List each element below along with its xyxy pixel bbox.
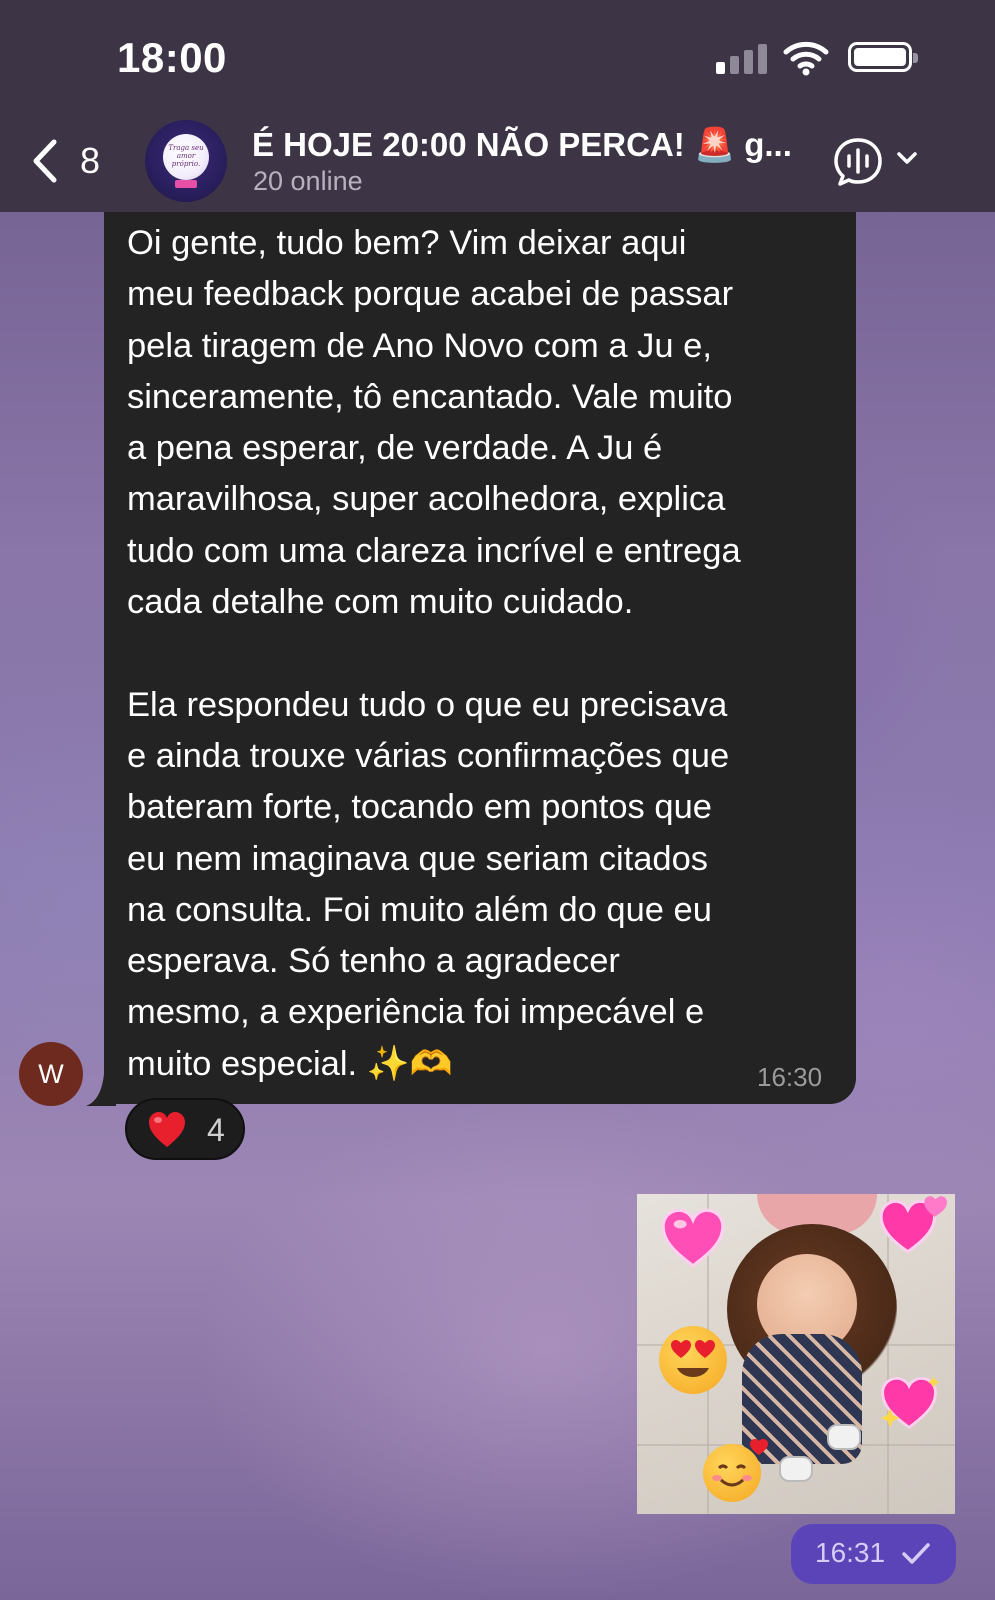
unread-count: 8 bbox=[80, 140, 101, 181]
small-heart-sticker bbox=[750, 1439, 768, 1455]
online-status: 20 online bbox=[253, 166, 363, 196]
sender-avatar[interactable]: W bbox=[19, 1042, 83, 1106]
group-avatar[interactable]: Traga seu amor próprio. bbox=[145, 120, 227, 202]
message-time: 16:30 bbox=[757, 1062, 823, 1092]
battery-icon bbox=[848, 42, 918, 72]
bubble-tail bbox=[86, 1074, 116, 1106]
heart-eyes-emoji-sticker bbox=[659, 1326, 727, 1394]
chevron-down-icon[interactable] bbox=[896, 150, 918, 166]
heart-icon bbox=[149, 1112, 185, 1147]
wifi-icon bbox=[783, 41, 829, 76]
sparkling-heart-sticker bbox=[880, 1376, 940, 1430]
message-text: Oi gente, tudo bem? Vim deixar aqui meu … bbox=[127, 224, 741, 1083]
sent-photo[interactable] bbox=[637, 1194, 955, 1514]
cellular-signal-icon bbox=[716, 42, 768, 74]
status-time: 18:00 bbox=[117, 34, 227, 81]
group-title[interactable]: É HOJE 20:00 NÃO PERCA! 🚨 g... bbox=[252, 126, 792, 165]
reaction-count: 4 bbox=[207, 1112, 225, 1148]
outgoing-message-time: 16:31 bbox=[791, 1524, 956, 1584]
pink-heart-sticker bbox=[661, 1208, 725, 1268]
two-hearts-sticker bbox=[879, 1196, 947, 1254]
photo-time: 16:31 bbox=[815, 1537, 886, 1568]
avatar-text: Traga seu amor próprio. bbox=[163, 134, 209, 180]
reaction-pill[interactable]: 4 bbox=[125, 1098, 245, 1160]
voice-chat-icon[interactable] bbox=[832, 136, 884, 188]
back-button[interactable]: 8 bbox=[28, 136, 108, 186]
chat-header: 18:00 8 Traga seu amor próprio. É HOJE 2… bbox=[0, 0, 995, 212]
chevron-left-icon bbox=[33, 139, 57, 183]
checkmark-icon bbox=[902, 1543, 930, 1564]
